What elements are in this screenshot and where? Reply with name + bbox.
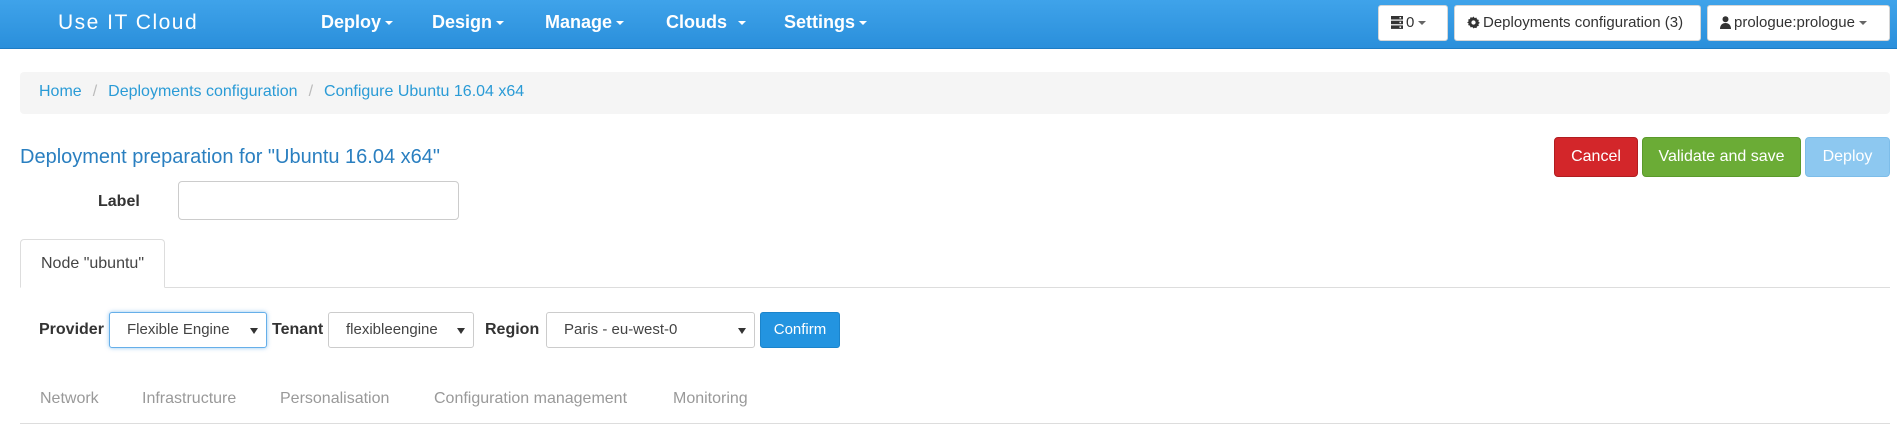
- chevron-down-icon: [1858, 21, 1867, 26]
- provider-select[interactable]: Flexible Engine: [109, 312, 267, 348]
- chevron-down-icon: [1418, 21, 1427, 26]
- top-navbar: Use IT Cloud Deploy Design Manage Clouds…: [0, 0, 1897, 49]
- nav-clouds[interactable]: Clouds: [666, 12, 747, 33]
- confirm-button[interactable]: Confirm: [760, 312, 840, 348]
- tenant-select-value: flexibleengine: [346, 321, 438, 338]
- region-label: Region: [485, 321, 540, 338]
- nav-deploy-label: Deploy: [321, 12, 382, 32]
- tab-personalisation[interactable]: Personalisation: [280, 390, 389, 408]
- validate-and-save-button[interactable]: Validate and save: [1642, 137, 1801, 177]
- nav-design-label: Design: [432, 12, 493, 32]
- chevron-down-icon: [385, 21, 394, 26]
- nav-design[interactable]: Design: [432, 12, 505, 33]
- user-menu-button[interactable]: prologue:prologue: [1707, 5, 1890, 41]
- provider-label: Provider: [39, 321, 104, 338]
- brand-logo[interactable]: Use IT Cloud: [58, 11, 198, 35]
- page-title: Deployment preparation for "Ubuntu 16.04…: [20, 146, 441, 168]
- label-input[interactable]: [178, 181, 459, 220]
- server-icon: [1391, 8, 1403, 42]
- nav-manage[interactable]: Manage: [545, 12, 625, 33]
- breadcrumb: Home / Deployments configuration / Configure…: [20, 72, 1890, 114]
- breadcrumb-separator: /: [92, 83, 98, 100]
- tenant-label: Tenant: [272, 321, 324, 338]
- cancel-button[interactable]: Cancel: [1554, 137, 1638, 177]
- server-count: 0: [1406, 14, 1415, 31]
- subtab-divider: [20, 423, 1890, 424]
- breadcrumb-separator: /: [308, 83, 314, 100]
- deployments-config-label: Deployments configuration (3): [1483, 14, 1684, 31]
- tab-configuration-management[interactable]: Configuration management: [434, 390, 627, 408]
- label-field-label: Label: [98, 193, 140, 210]
- chevron-down-icon: [496, 21, 505, 26]
- region-select-value: Paris - eu-west-0: [564, 321, 678, 338]
- tab-node-ubuntu[interactable]: Node "ubuntu": [20, 239, 165, 288]
- breadcrumb-deployments-configuration[interactable]: Deployments configuration: [108, 83, 297, 100]
- caret-down-icon: [250, 328, 258, 334]
- nav-settings[interactable]: Settings: [784, 12, 868, 33]
- deployments-config-button[interactable]: Deployments configuration (3): [1454, 5, 1701, 41]
- deploy-button[interactable]: Deploy: [1805, 137, 1890, 177]
- gear-icon: [1467, 8, 1480, 42]
- servers-dropdown-button[interactable]: 0: [1378, 5, 1448, 41]
- tab-monitoring[interactable]: Monitoring: [673, 390, 748, 408]
- provider-select-value: Flexible Engine: [127, 321, 230, 338]
- tab-divider: [20, 287, 1890, 288]
- tab-infrastructure[interactable]: Infrastructure: [142, 390, 236, 408]
- caret-down-icon: [738, 328, 746, 334]
- chevron-down-icon: [859, 21, 868, 26]
- nav-deploy[interactable]: Deploy: [321, 12, 394, 33]
- breadcrumb-configure-ubuntu[interactable]: Configure Ubuntu 16.04 x64: [324, 83, 524, 100]
- user-label: prologue:prologue: [1734, 14, 1855, 31]
- nav-clouds-label: Clouds: [666, 12, 727, 32]
- user-icon: [1720, 8, 1731, 42]
- breadcrumb-home[interactable]: Home: [39, 83, 82, 100]
- region-select[interactable]: Paris - eu-west-0: [546, 312, 755, 348]
- tab-network[interactable]: Network: [40, 390, 99, 408]
- caret-down-icon: [457, 328, 465, 334]
- chevron-down-icon: [616, 21, 625, 26]
- tenant-select[interactable]: flexibleengine: [328, 312, 474, 348]
- nav-manage-label: Manage: [545, 12, 613, 32]
- chevron-down-icon: [738, 21, 747, 26]
- nav-settings-label: Settings: [784, 12, 856, 32]
